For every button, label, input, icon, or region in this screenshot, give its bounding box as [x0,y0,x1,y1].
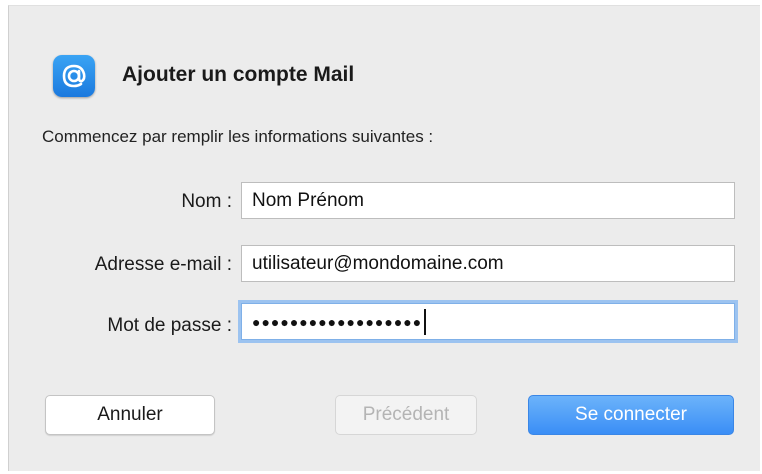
password-field-value: ●●●●●●●●●●●●●●●●●● [252,313,423,330]
text-caret [424,308,427,335]
connect-button[interactable]: Se connecter [528,395,734,435]
dialog-title: Ajouter un compte Mail [122,63,355,86]
cancel-button[interactable]: Annuler [45,395,215,435]
add-mail-account-dialog: Ajouter un compte Mail Commencez par rem… [8,5,760,471]
name-field[interactable]: Nom Prénom [241,182,735,219]
password-field[interactable]: ●●●●●●●●●●●●●●●●●● [241,303,735,340]
dialog-instructions: Commencez par remplir les informations s… [42,127,434,146]
email-field[interactable]: utilisateur@mondomaine.com [241,245,735,282]
previous-button[interactable]: Précédent [335,395,477,435]
at-sign-icon [53,55,95,97]
name-label: Nom : [181,191,232,212]
email-field-value: utilisateur@mondomaine.com [252,252,504,274]
password-label: Mot de passe : [107,315,232,336]
name-field-value: Nom Prénom [252,189,364,211]
email-label: Adresse e-mail : [94,254,232,275]
